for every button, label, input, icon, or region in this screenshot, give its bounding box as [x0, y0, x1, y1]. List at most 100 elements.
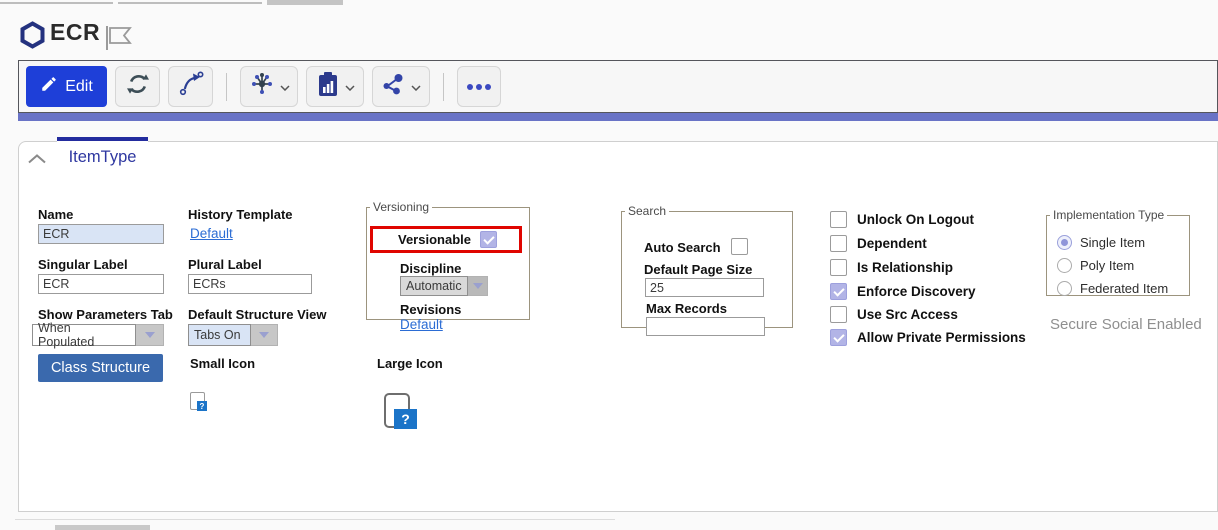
- secure-social-enabled-text: Secure Social Enabled: [1050, 316, 1202, 333]
- allow-private-permissions-checkbox[interactable]: [830, 329, 847, 346]
- triangle-down-icon: [145, 332, 155, 338]
- federated-item-label: Federated Item: [1080, 281, 1168, 296]
- refresh-icon: [126, 72, 150, 101]
- promote-button[interactable]: [168, 66, 213, 107]
- triangle-down-icon: [473, 283, 483, 289]
- use-src-access-checkbox[interactable]: [830, 306, 847, 323]
- federated-item-radio[interactable]: [1057, 281, 1072, 296]
- flag-row: Use Src Access: [830, 306, 958, 323]
- single-item-label: Single Item: [1080, 235, 1145, 250]
- structure-menu-button[interactable]: [240, 66, 298, 107]
- triangle-down-icon: [259, 332, 269, 338]
- versioning-group: Versioning Versionable Discipline Automa…: [366, 200, 530, 320]
- curved-arrow-icon: [178, 71, 204, 102]
- max-records-input[interactable]: [646, 317, 765, 336]
- plural-label: Plural Label: [188, 257, 262, 272]
- pencil-icon: [40, 75, 58, 98]
- reports-menu-button[interactable]: [306, 66, 364, 107]
- highlight-box: [370, 226, 522, 253]
- top-tab-edge: [118, 2, 262, 4]
- page-title: ECR: [50, 19, 100, 46]
- enforce-discovery-checkbox[interactable]: [830, 283, 847, 300]
- unlock-on-logout-checkbox[interactable]: [830, 211, 847, 228]
- flag-row: Enforce Discovery: [830, 283, 976, 300]
- is-relationship-label: Is Relationship: [857, 260, 953, 275]
- flag-row: Is Relationship: [830, 259, 953, 276]
- default-page-size-input[interactable]: [645, 278, 764, 297]
- plural-label-input[interactable]: [188, 274, 312, 294]
- small-icon-placeholder-icon[interactable]: ?: [190, 392, 205, 410]
- show-parameters-tab-label: Show Parameters Tab: [38, 307, 173, 322]
- show-parameters-value: When Populated: [32, 324, 136, 346]
- radio-row: Federated Item: [1057, 281, 1168, 296]
- show-parameters-dropdown[interactable]: When Populated: [32, 324, 164, 346]
- is-relationship-checkbox[interactable]: [830, 259, 847, 276]
- history-template-label: History Template: [188, 207, 293, 222]
- dropdown-arrow-button: [468, 276, 488, 296]
- question-badge-icon: ?: [394, 409, 417, 429]
- discipline-dropdown[interactable]: Automatic: [400, 276, 488, 296]
- top-tab-edge: [0, 2, 113, 4]
- structure-view-value: Tabs On: [188, 324, 251, 346]
- class-structure-button[interactable]: Class Structure: [38, 354, 163, 382]
- unlock-on-logout-label: Unlock On Logout: [857, 212, 974, 227]
- search-legend: Search: [625, 204, 669, 218]
- edit-button[interactable]: Edit: [26, 66, 107, 107]
- dependent-label: Dependent: [857, 236, 927, 251]
- chevron-down-icon: [411, 78, 421, 96]
- dropdown-arrow-button[interactable]: [251, 324, 278, 346]
- chevron-down-icon: [280, 78, 290, 96]
- name-input[interactable]: [38, 224, 164, 244]
- search-group: Search Auto Search Default Page Size Max…: [621, 204, 793, 328]
- clipboard-chart-icon: [316, 71, 340, 102]
- share-icon: [382, 72, 406, 101]
- flag-row: Allow Private Permissions: [830, 329, 1026, 346]
- share-menu-button[interactable]: [372, 66, 430, 107]
- edit-button-label: Edit: [65, 78, 93, 96]
- default-page-size-label: Default Page Size: [644, 262, 752, 277]
- discipline-label: Discipline: [400, 261, 461, 276]
- poly-item-radio[interactable]: [1057, 258, 1072, 273]
- accent-bar: [18, 113, 1218, 121]
- flag-icon[interactable]: [104, 24, 132, 57]
- allow-private-permissions-label: Allow Private Permissions: [857, 330, 1026, 345]
- singular-label-input[interactable]: [38, 274, 164, 294]
- dropdown-arrow-button[interactable]: [136, 324, 164, 346]
- enforce-discovery-label: Enforce Discovery: [857, 284, 976, 299]
- name-label: Name: [38, 207, 73, 222]
- toolbar-separator: [226, 73, 227, 101]
- toolbar-separator: [443, 73, 444, 101]
- history-template-link[interactable]: Default: [190, 226, 233, 241]
- implementation-type-group: Implementation Type Single Item Poly Ite…: [1046, 208, 1190, 296]
- tab-itemtype[interactable]: ItemType: [57, 137, 148, 177]
- bottom-tab-edge: [55, 525, 150, 530]
- collapse-chevron-up-icon[interactable]: [28, 151, 46, 169]
- network-hub-icon: [249, 72, 275, 101]
- flag-row: Unlock On Logout: [830, 211, 974, 228]
- revisions-label: Revisions: [400, 302, 461, 317]
- flag-row: Dependent: [830, 235, 927, 252]
- more-actions-button[interactable]: [457, 66, 501, 107]
- dependent-checkbox[interactable]: [830, 235, 847, 252]
- revisions-link[interactable]: Default: [400, 317, 443, 332]
- top-tab-edge: [267, 0, 343, 5]
- discipline-value: Automatic: [400, 276, 468, 296]
- app-logo-hexagon-icon: [20, 21, 45, 54]
- radio-row: Single Item: [1057, 235, 1145, 250]
- bottom-panel-edge: [15, 519, 615, 520]
- large-icon-label: Large Icon: [377, 356, 443, 371]
- structure-view-dropdown[interactable]: Tabs On: [188, 324, 278, 346]
- large-icon-placeholder-icon[interactable]: ?: [384, 393, 410, 428]
- versioning-legend: Versioning: [370, 200, 432, 214]
- refresh-button[interactable]: [115, 66, 160, 107]
- auto-search-checkbox[interactable]: [731, 238, 748, 255]
- default-structure-view-label: Default Structure View: [188, 307, 326, 322]
- small-icon-label: Small Icon: [190, 356, 255, 371]
- singular-label: Singular Label: [38, 257, 128, 272]
- implementation-type-legend: Implementation Type: [1050, 208, 1167, 222]
- single-item-radio[interactable]: [1057, 235, 1072, 250]
- radio-row: Poly Item: [1057, 258, 1134, 273]
- toolbar: Edit: [18, 60, 1218, 113]
- auto-search-label: Auto Search: [644, 240, 721, 255]
- question-badge-icon: ?: [197, 401, 207, 411]
